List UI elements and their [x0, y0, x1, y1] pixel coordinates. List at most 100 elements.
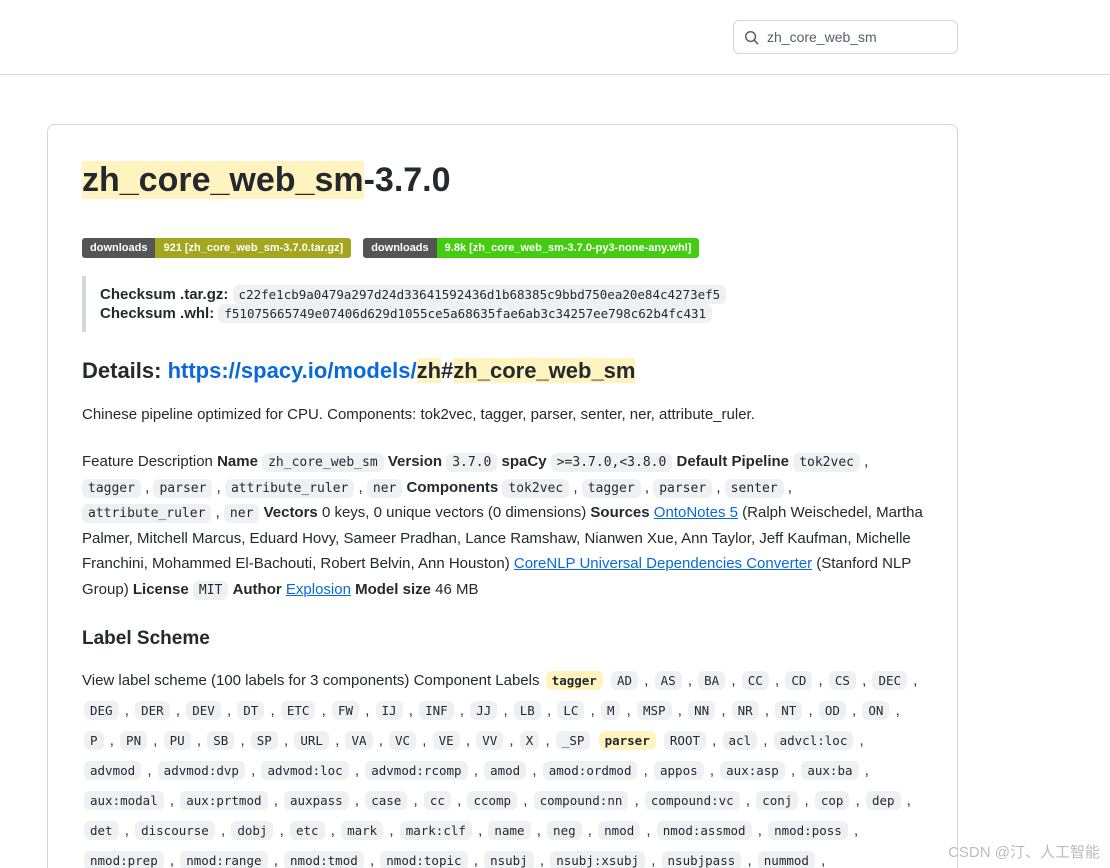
label-chip: URL: [294, 731, 329, 750]
label-chip: nmod:prep: [84, 851, 164, 868]
details-mid: #: [441, 358, 453, 383]
label-chip: advmod:rcomp: [365, 761, 467, 780]
label-chip: LB: [514, 701, 541, 720]
label-chip: P: [84, 731, 104, 750]
label-chip: advmod: [84, 761, 141, 780]
label-chip: MSP: [637, 701, 672, 720]
label-chip: M: [601, 701, 621, 720]
label-chip: nmod:poss: [768, 821, 848, 840]
label-chip: mark: [341, 821, 383, 840]
details-hl2: zh_core_web_sm: [453, 358, 635, 383]
label-chip: DT: [237, 701, 264, 720]
label-chip: det: [84, 821, 119, 840]
downloads-badge: downloads9.8k [zh_core_web_sm-3.7.0-py3-…: [363, 238, 699, 258]
watermark: CSDN @汀、人工智能: [948, 841, 1100, 862]
release-version: -3.7.0: [364, 161, 451, 199]
label-chip: ccomp: [467, 791, 517, 810]
component-head: parser: [599, 731, 656, 750]
label-chip: compound:vc: [645, 791, 740, 810]
label-chip: ROOT: [664, 731, 706, 750]
label-chip: nsubj:xsubj: [550, 851, 645, 868]
badge-label: downloads: [82, 238, 155, 258]
code-chip: tok2vec: [502, 479, 569, 498]
label-chip: aux:asp: [720, 761, 785, 780]
release-card: zh_core_web_sm-3.7.0 downloads921 [zh_co…: [47, 124, 958, 868]
search-box[interactable]: [733, 20, 958, 54]
code-chip: tok2vec: [793, 453, 860, 472]
label-chip: advmod:loc: [261, 761, 348, 780]
label-chip: SB: [207, 731, 234, 750]
label-chip: nsubjpass: [662, 851, 742, 868]
badge-label: downloads: [363, 238, 436, 258]
label-chip: nmod:tmod: [284, 851, 364, 868]
label-chip: OD: [819, 701, 846, 720]
label-chip: INF: [419, 701, 454, 720]
code-chip: tagger: [582, 479, 641, 498]
label-chip: VC: [389, 731, 416, 750]
author-link[interactable]: Explosion: [286, 581, 351, 598]
code-chip: MIT: [193, 581, 228, 600]
label-chip: LC: [557, 701, 584, 720]
label-chip: nmod:topic: [380, 851, 467, 868]
label-chip: appos: [654, 761, 704, 780]
checksum-block: Checksum .tar.gz: c22fe1cb9a0479a297d24d…: [82, 276, 923, 332]
component-head: tagger: [546, 671, 603, 690]
label-chip: advmod:dvp: [158, 761, 245, 780]
code-chip: 3.7.0: [446, 453, 497, 472]
code-chip: parser: [653, 479, 712, 498]
label-chip: NR: [732, 701, 759, 720]
label-chip: amod:ordmod: [543, 761, 638, 780]
label-chip: nmod:range: [180, 851, 267, 868]
label-chip: nmod:assmod: [657, 821, 752, 840]
label-chip: AD: [611, 671, 638, 690]
label-chip: case: [365, 791, 407, 810]
code-chip: ner: [367, 479, 402, 498]
label-chip: VV: [476, 731, 503, 750]
label-chip: aux:ba: [801, 761, 858, 780]
label-chip: neg: [547, 821, 582, 840]
details-heading: Details: https://spacy.io/models/zh#zh_c…: [82, 358, 923, 384]
code-chip: tagger: [82, 479, 141, 498]
label-chip: PU: [164, 731, 191, 750]
label-chip: FW: [332, 701, 359, 720]
label-chip: name: [488, 821, 530, 840]
label-chip: amod: [484, 761, 526, 780]
label-chip: dobj: [231, 821, 273, 840]
checksum-whl-label: Checksum .whl:: [100, 305, 214, 322]
label-chip: ON: [862, 701, 889, 720]
source-link[interactable]: OntoNotes 5: [654, 504, 738, 521]
details-link[interactable]: https://spacy.io/models/: [168, 358, 417, 383]
label-chip: nsubj: [484, 851, 534, 868]
code-chip: attribute_ruler: [82, 504, 211, 523]
badge-value: 921 [zh_core_web_sm-3.7.0.tar.gz]: [155, 238, 351, 258]
label-chip: advcl:loc: [774, 731, 854, 750]
label-chip: acl: [723, 731, 758, 750]
label-chip: cop: [815, 791, 850, 810]
search-input[interactable]: [765, 28, 950, 46]
feature-description: Feature Description Name zh_core_web_sm …: [82, 449, 923, 602]
code-chip: ner: [224, 504, 259, 523]
label-chip: DEG: [84, 701, 119, 720]
corenlp-link[interactable]: CoreNLP Universal Dependencies Converter: [514, 555, 812, 572]
label-chip: CD: [785, 671, 812, 690]
badge-value: 9.8k [zh_core_web_sm-3.7.0-py3-none-any.…: [437, 238, 700, 258]
label-scheme-heading: Label Scheme: [82, 628, 923, 650]
label-chip: aux:prtmod: [180, 791, 267, 810]
label-chip: conj: [756, 791, 798, 810]
label-chip: nmod: [598, 821, 640, 840]
label-chip: IJ: [376, 701, 403, 720]
label-scheme-body: View label scheme (100 labels for 3 comp…: [82, 666, 923, 868]
label-chip: auxpass: [284, 791, 349, 810]
code-chip: zh_core_web_sm: [262, 453, 384, 472]
label-chip: _SP: [556, 731, 591, 750]
label-chip: PN: [120, 731, 147, 750]
label-chip: NN: [688, 701, 715, 720]
code-chip: >=3.7.0,<3.8.0: [551, 453, 673, 472]
release-name-highlight: zh_core_web_sm: [82, 161, 364, 199]
label-chip: VE: [433, 731, 460, 750]
label-chip: aux:modal: [84, 791, 164, 810]
header-divider: [0, 74, 1110, 75]
label-chip: DER: [135, 701, 170, 720]
search-icon: [744, 30, 759, 45]
label-chip: nummod: [758, 851, 815, 868]
